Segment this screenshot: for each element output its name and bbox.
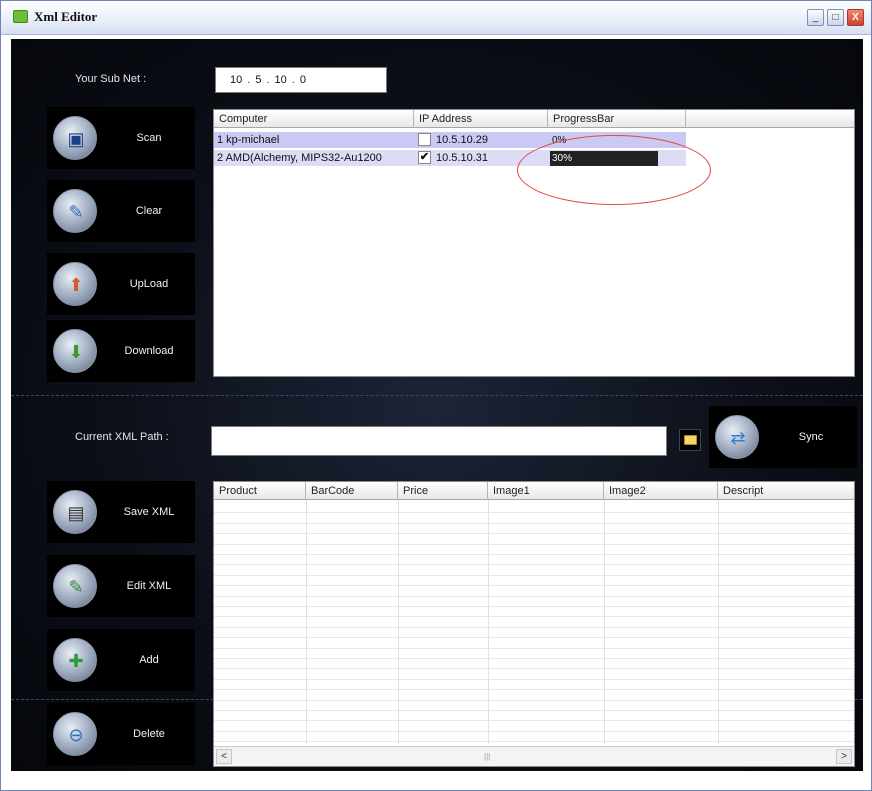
- window-title: Xml Editor: [34, 9, 98, 24]
- add-button-label: Add: [139, 654, 159, 666]
- row-checkbox[interactable]: ✔: [418, 151, 431, 164]
- clear-button[interactable]: ✎ Clear: [47, 180, 195, 242]
- upload-button-label: UpLoad: [129, 278, 169, 290]
- ip-address: 10.5.10.29: [436, 134, 488, 146]
- subnet-octet-1[interactable]: 10: [230, 74, 242, 86]
- minimize-button[interactable]: _: [807, 9, 824, 26]
- horizontal-scrollbar[interactable]: < ||| >: [214, 746, 854, 766]
- column-header-image2[interactable]: Image2: [604, 482, 718, 500]
- scroll-right-arrow-icon[interactable]: >: [836, 749, 852, 764]
- subnet-label: Your Sub Net :: [75, 73, 147, 85]
- clear-icon: ✎: [53, 189, 97, 233]
- table-row-line: [214, 596, 854, 597]
- browse-folder-button[interactable]: [679, 429, 701, 451]
- computers-table-header: Computer IP Address ProgressBar: [214, 110, 854, 128]
- table-row-line: [214, 720, 854, 721]
- main-panel: Your Sub Net : 10 . 5 . 10 . 0 ▣ Scan ✎ …: [11, 39, 863, 771]
- table-row-line: [214, 658, 854, 659]
- app-window: Xml Editor _ □ X Your Sub Net : 10 . 5 .…: [0, 0, 872, 791]
- edit-xml-button-label: Edit XML: [126, 580, 172, 592]
- column-header-ip-address[interactable]: IP Address: [414, 110, 548, 128]
- table-row-line: [214, 731, 854, 732]
- table-row-line: [214, 544, 854, 545]
- products-table[interactable]: Product BarCode Price Image1 Image2 Desc…: [213, 481, 855, 767]
- save-xml-button-label: Save XML: [123, 506, 175, 518]
- column-header-barcode[interactable]: BarCode: [306, 482, 398, 500]
- column-header-progressbar[interactable]: ProgressBar: [548, 110, 686, 128]
- products-table-header: Product BarCode Price Image1 Image2 Desc…: [214, 482, 854, 500]
- save-xml-button[interactable]: ▤ Save XML: [47, 481, 195, 543]
- minimize-icon: _: [812, 12, 819, 23]
- close-button[interactable]: X: [847, 9, 864, 26]
- scroll-grip-icon[interactable]: |||: [484, 752, 490, 761]
- download-button-label: Download: [124, 345, 174, 357]
- clear-button-label: Clear: [135, 205, 163, 217]
- table-row-line: [214, 554, 854, 555]
- maximize-button[interactable]: □: [827, 9, 844, 26]
- upload-button[interactable]: ⬆ UpLoad: [47, 253, 195, 315]
- add-icon: ✚: [53, 638, 97, 682]
- table-row-line: [214, 648, 854, 649]
- app-icon: [13, 10, 28, 23]
- row-checkbox[interactable]: [418, 133, 431, 146]
- subnet-octet-2[interactable]: 5: [255, 74, 261, 86]
- subnet-octet-4[interactable]: 0: [300, 74, 306, 86]
- table-row-line: [214, 533, 854, 534]
- column-header-product[interactable]: Product: [214, 482, 306, 500]
- xml-path-input[interactable]: [211, 426, 667, 456]
- computer-name: 1 kp-michael: [217, 132, 413, 148]
- download-icon: ⬇: [53, 329, 97, 373]
- table-row-line: [214, 523, 854, 524]
- column-header-image1[interactable]: Image1: [488, 482, 604, 500]
- folder-icon: [683, 435, 697, 445]
- column-header-empty: [686, 110, 854, 128]
- edit-xml-button[interactable]: ✎ Edit XML: [47, 555, 195, 617]
- table-row-line: [214, 679, 854, 680]
- maximize-icon: □: [832, 12, 839, 23]
- table-row-line: [214, 616, 854, 617]
- table-row-line: [214, 512, 854, 513]
- divider: [11, 395, 863, 396]
- table-row-line: [214, 700, 854, 701]
- scan-button[interactable]: ▣ Scan: [47, 107, 195, 169]
- xml-path-label: Current XML Path :: [75, 431, 169, 443]
- column-header-computer[interactable]: Computer: [214, 110, 414, 128]
- close-icon: X: [852, 12, 859, 23]
- scroll-left-arrow-icon[interactable]: <: [216, 749, 232, 764]
- ip-address: 10.5.10.31: [436, 152, 488, 164]
- subnet-input[interactable]: 10 . 5 . 10 . 0: [215, 67, 387, 93]
- column-header-price[interactable]: Price: [398, 482, 488, 500]
- scan-icon: ▣: [53, 116, 97, 160]
- download-button[interactable]: ⬇ Download: [47, 320, 195, 382]
- title-bar[interactable]: Xml Editor _ □ X: [1, 1, 871, 35]
- subnet-octet-3[interactable]: 10: [275, 74, 287, 86]
- computer-name: 2 AMD(Alchemy, MIPS32-Au1200: [217, 152, 382, 164]
- table-row-line: [214, 741, 854, 742]
- delete-button-label: Delete: [133, 728, 165, 740]
- table-row-line: [214, 585, 854, 586]
- table-row-line: [214, 689, 854, 690]
- table-row-line: [214, 637, 854, 638]
- table-row-line: [214, 606, 854, 607]
- scan-button-label: Scan: [136, 132, 162, 144]
- column-header-descript[interactable]: Descript: [718, 482, 854, 500]
- upload-icon: ⬆: [53, 262, 97, 306]
- add-button[interactable]: ✚ Add: [47, 629, 195, 691]
- delete-icon: ⊖: [53, 712, 97, 756]
- table-row-line: [214, 627, 854, 628]
- sync-button-label: Sync: [798, 431, 824, 443]
- sync-button[interactable]: ⇄ Sync: [709, 406, 857, 468]
- table-row-line: [214, 710, 854, 711]
- edit-xml-icon: ✎: [53, 564, 97, 608]
- table-row-line: [214, 575, 854, 576]
- delete-button[interactable]: ⊖ Delete: [47, 703, 195, 765]
- table-row-line: [214, 668, 854, 669]
- sync-icon: ⇄: [715, 415, 759, 459]
- save-xml-icon: ▤: [53, 490, 97, 534]
- table-row-line: [214, 564, 854, 565]
- annotation-ellipse: [517, 135, 711, 205]
